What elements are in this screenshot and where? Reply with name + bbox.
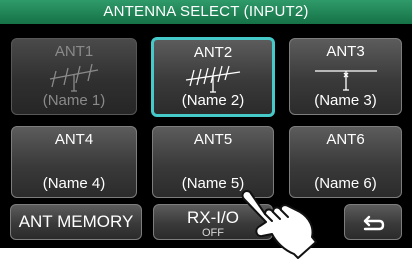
ant3-name: (Name 3) xyxy=(314,92,377,109)
yagi-antenna-icon xyxy=(49,63,99,92)
ant4-label: ANT4 xyxy=(54,131,94,148)
ant6-label: ANT6 xyxy=(326,131,365,148)
antenna-select-screen: ANTENNA SELECT (INPUT2) ANT1 (Name 1) AN… xyxy=(0,0,412,248)
log-periodic-antenna-icon xyxy=(185,65,241,93)
ant2-label: ANT2 xyxy=(193,44,233,61)
ant1-button[interactable]: ANT1 (Name 1) xyxy=(11,38,137,115)
ant3-label: ANT3 xyxy=(326,43,365,60)
ant2-name: (Name 2) xyxy=(181,92,245,109)
pointing-hand-icon xyxy=(241,190,317,259)
ant4-button[interactable]: ANT4 (Name 4) xyxy=(11,126,137,198)
ant3-button[interactable]: ANT3 (Name 3) xyxy=(289,38,402,115)
ant4-name: (Name 4) xyxy=(42,175,106,192)
screen-title: ANTENNA SELECT (INPUT2) xyxy=(0,0,412,24)
ant-memory-label: ANT MEMORY xyxy=(18,212,134,231)
dipole-antenna-icon xyxy=(314,70,377,91)
ant-memory-button[interactable]: ANT MEMORY xyxy=(10,204,142,240)
ant5-label: ANT5 xyxy=(193,131,233,148)
return-arrow-icon xyxy=(363,215,385,231)
ant2-button[interactable]: ANT2 (Name 2) xyxy=(151,37,275,117)
ant1-label: ANT1 xyxy=(54,43,94,60)
return-button[interactable] xyxy=(344,204,402,240)
ant1-name: (Name 1) xyxy=(42,92,106,109)
